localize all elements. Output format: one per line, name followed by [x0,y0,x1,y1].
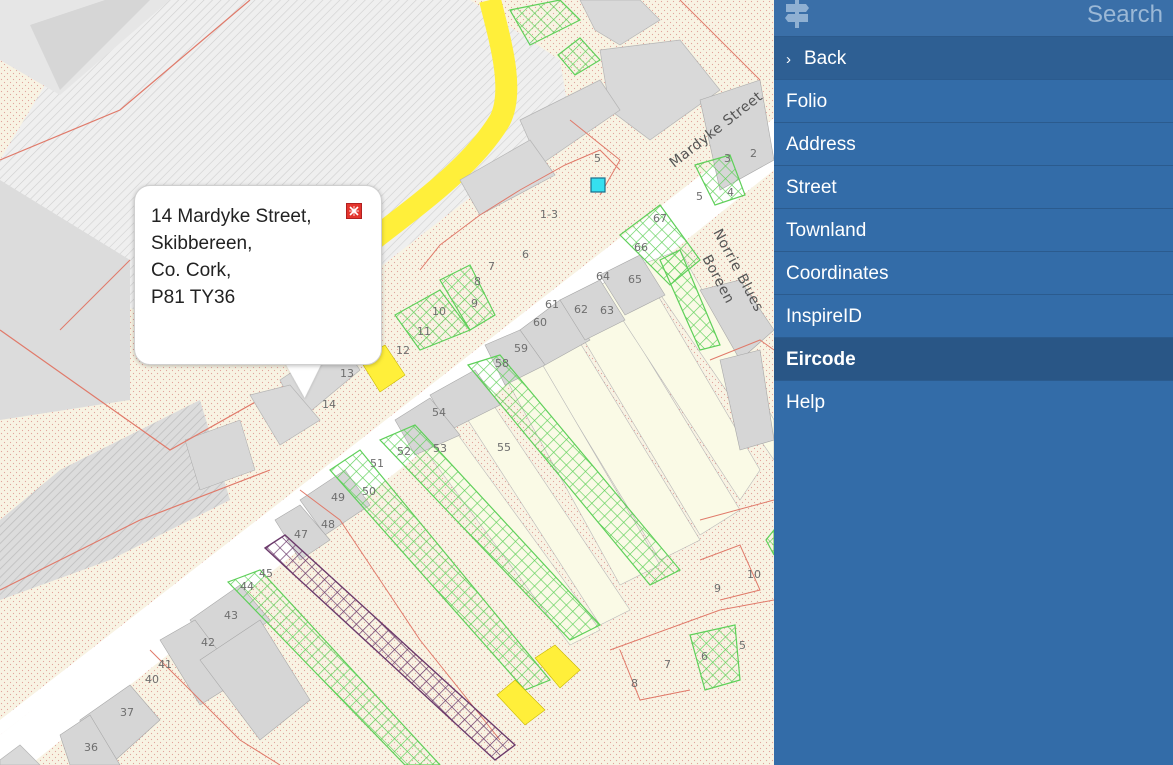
svg-text:66: 66 [634,241,648,254]
svg-text:37: 37 [120,706,134,719]
address-line: Skibbereen, [151,233,253,254]
svg-text:49: 49 [331,491,345,504]
menu-item-townland[interactable]: Townland [774,209,1173,252]
svg-text:13: 13 [340,367,354,380]
svg-text:50: 50 [362,485,376,498]
menu-item-label: Folio [786,91,828,112]
svg-text:48: 48 [321,518,335,531]
menu-item-coordinates[interactable]: Coordinates [774,252,1173,295]
menu-item-label: Street [786,177,837,198]
svg-text:8: 8 [474,275,481,288]
svg-text:43: 43 [224,609,238,622]
svg-text:53: 53 [433,442,447,455]
svg-text:63: 63 [600,304,614,317]
svg-text:36: 36 [84,741,98,754]
svg-text:59: 59 [514,342,528,355]
map-canvas[interactable]: Mardyke Street Norrie Blues Boreen 1-3 2… [0,0,774,765]
svg-text:65: 65 [628,273,642,286]
svg-text:11: 11 [417,325,431,338]
svg-text:5: 5 [739,639,746,652]
menu-item-label: InspireID [786,306,863,327]
close-icon[interactable] [346,203,362,219]
back-button[interactable]: › Back [774,37,1173,80]
svg-text:9: 9 [471,297,478,310]
menu-item-label: Help [786,392,826,413]
svg-text:47: 47 [294,528,308,541]
svg-text:7: 7 [664,658,671,671]
svg-text:8: 8 [631,677,638,690]
signpost-icon[interactable] [784,0,810,28]
svg-text:42: 42 [201,636,215,649]
menu-item-label: Address [786,134,856,155]
svg-text:4: 4 [727,186,734,199]
menu-item-street[interactable]: Street [774,166,1173,209]
svg-text:5: 5 [696,190,703,203]
svg-text:52: 52 [397,445,411,458]
svg-text:6: 6 [701,650,708,663]
chevron-right-icon: › [786,51,791,68]
svg-text:10: 10 [432,305,446,318]
address-popup: 14 Mardyke Street, Skibbereen, Co. Cork,… [134,185,382,365]
svg-text:1-3: 1-3 [540,208,558,221]
svg-text:54: 54 [432,406,446,419]
svg-text:2: 2 [750,147,757,160]
menu-item-eircode[interactable]: Eircode [774,338,1173,381]
menu-item-label: Eircode [786,349,856,370]
svg-text:9: 9 [714,582,721,595]
menu-item-address[interactable]: Address [774,123,1173,166]
menu-item-folio[interactable]: Folio [774,80,1173,123]
menu-item-label: Coordinates [786,263,889,284]
svg-text:10: 10 [747,568,761,581]
svg-text:51: 51 [370,457,384,470]
svg-text:62: 62 [574,303,588,316]
popup-address: 14 Mardyke Street, Skibbereen, Co. Cork,… [151,203,312,311]
svg-text:45: 45 [259,567,273,580]
address-line: Co. Cork, [151,260,232,281]
back-label: Back [804,48,847,69]
svg-text:3: 3 [724,152,731,165]
menu-item-label: Townland [786,220,867,241]
svg-text:41: 41 [158,658,172,671]
svg-text:60: 60 [533,316,547,329]
address-line: 14 Mardyke Street, [151,206,312,227]
panel-header [774,0,1173,37]
address-line: P81 TY36 [151,287,236,308]
svg-text:67: 67 [653,212,667,225]
svg-text:58: 58 [495,357,509,370]
side-panel: › Back Folio Address Street Townland Coor… [774,0,1173,765]
svg-text:64: 64 [596,270,610,283]
svg-text:6: 6 [522,248,529,261]
menu-item-help[interactable]: Help [774,381,1173,424]
svg-text:7: 7 [488,260,495,273]
svg-text:61: 61 [545,298,559,311]
map-view[interactable]: Mardyke Street Norrie Blues Boreen 1-3 2… [0,0,774,765]
svg-text:44: 44 [240,580,254,593]
svg-text:5: 5 [594,152,601,165]
svg-text:14: 14 [322,398,336,411]
svg-text:12: 12 [396,344,410,357]
svg-text:55: 55 [497,441,511,454]
svg-text:40: 40 [145,673,159,686]
search-input[interactable] [863,0,1163,30]
menu-item-inspireid[interactable]: InspireID [774,295,1173,338]
popup-tail [283,360,329,398]
